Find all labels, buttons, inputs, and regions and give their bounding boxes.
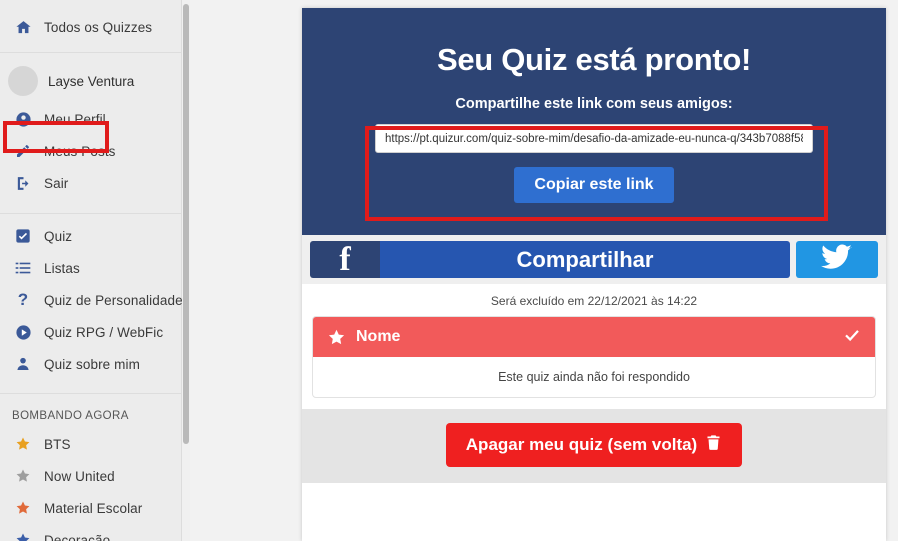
sidebar-item-label: Todos os Quizzes	[44, 19, 153, 35]
sidebar-item-label: BTS	[44, 436, 71, 452]
quiz-ready-panel: Seu Quiz está pronto! Compartilhe este l…	[302, 8, 886, 541]
play-circle-icon	[12, 321, 34, 343]
sidebar-item-meu-perfil[interactable]: Meu Perfil	[0, 103, 181, 135]
facebook-share-button[interactable]: Compartilhar	[380, 241, 790, 278]
sidebar-item-label: Meus Posts	[44, 143, 116, 159]
sidebar-item-label: Decoração	[44, 532, 111, 541]
sidebar-item-label: Sair	[44, 175, 69, 191]
user-circle-icon	[12, 108, 34, 130]
share-link-label: Compartilhe este link com seus amigos:	[455, 96, 733, 112]
app-root: Todos os Quizzes Layse Ventura Meu Perfi…	[0, 0, 898, 541]
question-mark-icon: ?	[17, 290, 29, 309]
sidebar-item-listas[interactable]: Listas	[0, 252, 181, 284]
pencil-icon	[12, 140, 34, 162]
sidebar-divider-1	[0, 52, 181, 53]
sidebar-item-meus-posts[interactable]: Meus Posts	[0, 135, 181, 167]
copy-link-button[interactable]: Copiar este link	[514, 167, 674, 203]
check-icon	[843, 326, 861, 349]
sidebar-scrollbar[interactable]	[182, 0, 190, 541]
avatar	[8, 66, 38, 96]
quiz-name: Nome	[356, 328, 401, 345]
sidebar: Todos os Quizzes Layse Ventura Meu Perfi…	[0, 0, 183, 541]
twitter-share-button[interactable]	[796, 241, 878, 278]
sidebar-item-quiz-rpg-webfic[interactable]: Quiz RPG / WebFic	[0, 316, 181, 348]
quiz-link-input[interactable]	[375, 124, 813, 153]
quiz-card: Nome Este quiz ainda não foi respondido	[312, 316, 876, 398]
sidebar-item-label: Quiz sobre mim	[44, 356, 140, 372]
delete-quiz-label: Apagar meu quiz (sem volta)	[465, 435, 698, 454]
facebook-share-label: Compartilhar	[516, 246, 654, 272]
list-icon	[12, 257, 34, 279]
star-icon	[12, 529, 34, 541]
person-icon	[12, 353, 34, 375]
home-icon	[12, 16, 34, 38]
sidebar-item-decoracao[interactable]: Decoração	[0, 524, 181, 541]
trash-icon	[705, 434, 722, 456]
sidebar-item-bts[interactable]: BTS	[0, 428, 181, 460]
sidebar-item-label: Quiz	[44, 228, 73, 244]
twitter-bird-icon	[818, 241, 856, 278]
sidebar-item-label: Quiz de Personalidade	[44, 292, 183, 308]
star-icon	[12, 433, 34, 455]
quiz-card-header[interactable]: Nome	[313, 317, 875, 357]
sidebar-user-block[interactable]: Layse Ventura	[0, 59, 181, 103]
checkbox-icon	[12, 225, 34, 247]
hero-section: Seu Quiz está pronto! Compartilhe este l…	[302, 8, 886, 235]
sidebar-item-label: Quiz RPG / WebFic	[44, 324, 164, 340]
user-name: Layse Ventura	[48, 73, 135, 89]
sidebar-item-quiz-sobre-mim[interactable]: Quiz sobre mim	[0, 348, 181, 380]
sidebar-item-label: Now United	[44, 468, 115, 484]
page-title: Seu Quiz está pronto!	[436, 42, 752, 77]
sidebar-item-material-escolar[interactable]: Material Escolar	[0, 492, 181, 524]
star-icon	[12, 497, 34, 519]
sidebar-item-sair[interactable]: Sair	[0, 167, 181, 199]
sidebar-item-quiz[interactable]: Quiz	[0, 220, 181, 252]
star-icon	[12, 465, 34, 487]
sidebar-item-now-united[interactable]: Now United	[0, 460, 181, 492]
sidebar-item-label: Material Escolar	[44, 500, 143, 516]
sidebar-divider-2	[0, 213, 181, 214]
star-icon	[327, 328, 346, 347]
facebook-share-group[interactable]: f Compartilhar	[310, 241, 790, 278]
delete-quiz-button[interactable]: Apagar meu quiz (sem volta)	[445, 423, 743, 467]
quiz-status-text: Este quiz ainda não foi respondido	[498, 370, 690, 384]
sidebar-scrollbar-thumb[interactable]	[183, 4, 189, 444]
sidebar-item-quiz-de-personalidade[interactable]: ? Quiz de Personalidade	[0, 284, 183, 316]
sidebar-divider-3	[0, 393, 181, 394]
logout-icon	[12, 172, 34, 194]
sidebar-item-label: Listas	[44, 260, 80, 276]
panel-footer: Apagar meu quiz (sem volta)	[302, 409, 886, 483]
sidebar-section-title-trending: BOMBANDO AGORA	[12, 410, 129, 422]
sidebar-item-label: Meu Perfil	[44, 111, 106, 127]
sidebar-item-todos-os-quizzes[interactable]: Todos os Quizzes	[0, 8, 181, 46]
facebook-f-icon: f	[310, 241, 380, 278]
expiry-text: Será excluído em 22/12/2021 às 14:22	[302, 284, 886, 316]
share-bar: f Compartilhar	[302, 235, 886, 284]
